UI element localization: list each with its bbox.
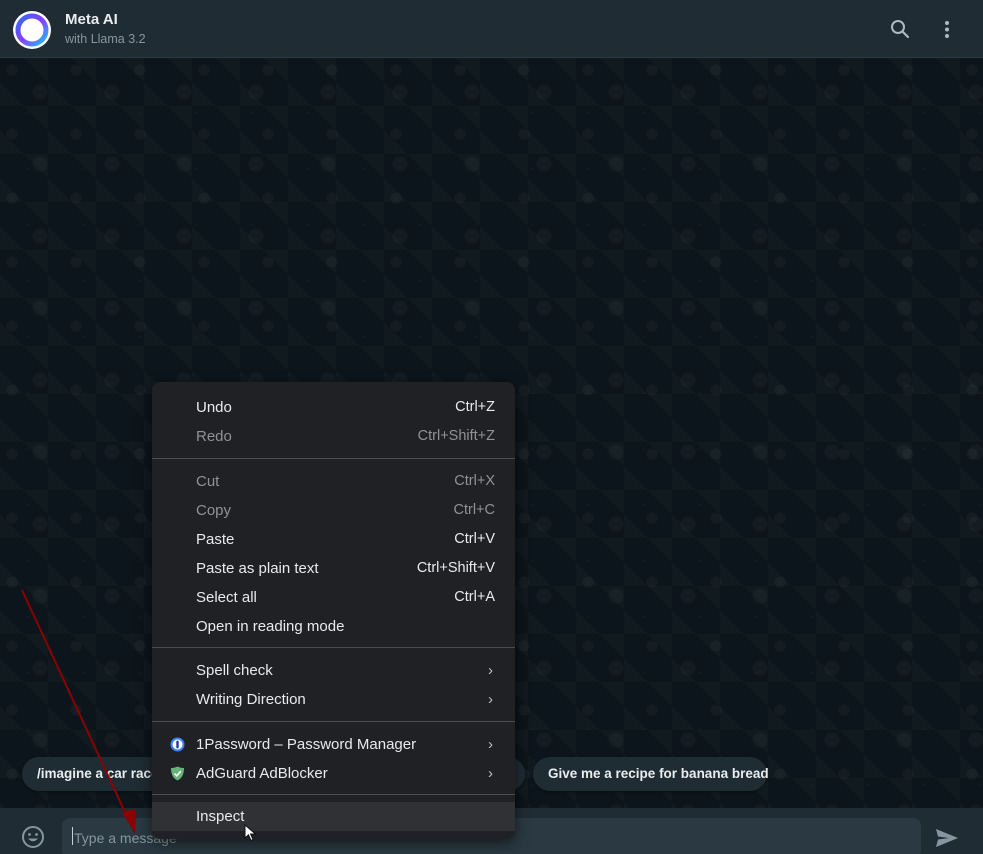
contact-subtitle: with Llama 3.2 [65, 32, 146, 46]
menu-item-label: Open in reading mode [196, 618, 345, 635]
menu-divider [152, 647, 515, 648]
menu-item-reading-mode[interactable]: Open in reading mode [152, 612, 515, 641]
menu-item-spell-check[interactable]: Spell check › [152, 656, 515, 685]
context-menu: Undo Ctrl+Z Redo Ctrl+Shift+Z Cut Ctrl+X… [152, 382, 515, 839]
menu-item-shortcut: Ctrl+A [454, 589, 495, 605]
send-icon[interactable] [934, 827, 960, 849]
chevron-right-icon: › [488, 662, 493, 679]
menu-item-redo[interactable]: Redo Ctrl+Shift+Z [152, 422, 515, 451]
chevron-right-icon: › [488, 765, 493, 782]
menu-item-label: Spell check [196, 662, 273, 679]
chat-header[interactable]: Meta AI with Llama 3.2 [0, 0, 983, 58]
emoji-icon[interactable] [20, 824, 46, 850]
menu-item-label: Select all [196, 589, 257, 606]
whatsapp-web-chat: Meta AI with Llama 3.2 /imagine a car ra… [0, 0, 983, 854]
menu-divider [152, 721, 515, 722]
menu-item-label: Undo [196, 399, 232, 416]
chevron-right-icon: › [488, 736, 493, 753]
menu-item-shortcut: Ctrl+Z [455, 399, 495, 415]
mouse-pointer-icon [244, 823, 258, 842]
1password-icon [170, 737, 185, 752]
menu-item-label: Paste [196, 531, 235, 548]
menu-item-shortcut: Ctrl+C [453, 502, 496, 518]
menu-item-label: Redo [196, 428, 232, 445]
menu-item-adguard[interactable]: AdGuard AdBlocker › [152, 759, 515, 788]
menu-item-cut[interactable]: Cut Ctrl+X [152, 467, 515, 496]
menu-item-shortcut: Ctrl+X [454, 473, 495, 489]
menu-item-label: AdGuard AdBlocker [196, 765, 328, 782]
menu-item-shortcut: Ctrl+Shift+Z [417, 428, 495, 444]
menu-item-paste[interactable]: Paste Ctrl+V [152, 525, 515, 554]
menu-item-writing-direction[interactable]: Writing Direction › [152, 685, 515, 714]
menu-divider [152, 794, 515, 795]
adguard-shield-icon [170, 766, 185, 781]
menu-item-label: Inspect [196, 808, 245, 825]
contact-name[interactable]: Meta AI [65, 11, 118, 28]
text-caret [72, 827, 73, 845]
menu-item-undo[interactable]: Undo Ctrl+Z [152, 393, 515, 422]
menu-item-label: Writing Direction [196, 691, 306, 708]
menu-item-paste-plain[interactable]: Paste as plain text Ctrl+Shift+V [152, 554, 515, 583]
menu-item-label: Cut [196, 473, 220, 490]
suggestion-chip[interactable]: Give me a recipe for banana bread [533, 757, 769, 791]
menu-item-copy[interactable]: Copy Ctrl+C [152, 496, 515, 525]
chevron-right-icon: › [488, 691, 493, 708]
menu-item-inspect[interactable]: Inspect [152, 802, 515, 831]
avatar[interactable] [13, 11, 51, 49]
menu-item-shortcut: Ctrl+V [454, 531, 495, 547]
menu-item-label: Copy [196, 502, 232, 519]
menu-item-label: Paste as plain text [196, 560, 319, 577]
menu-item-label: 1Password – Password Manager [196, 736, 417, 753]
menu-item-select-all[interactable]: Select all Ctrl+A [152, 583, 515, 612]
menu-divider [152, 458, 515, 459]
more-vertical-icon[interactable] [935, 17, 959, 41]
search-icon[interactable] [888, 17, 912, 41]
menu-item-shortcut: Ctrl+Shift+V [416, 560, 495, 576]
menu-item-1password[interactable]: 1Password – Password Manager › [152, 730, 515, 759]
